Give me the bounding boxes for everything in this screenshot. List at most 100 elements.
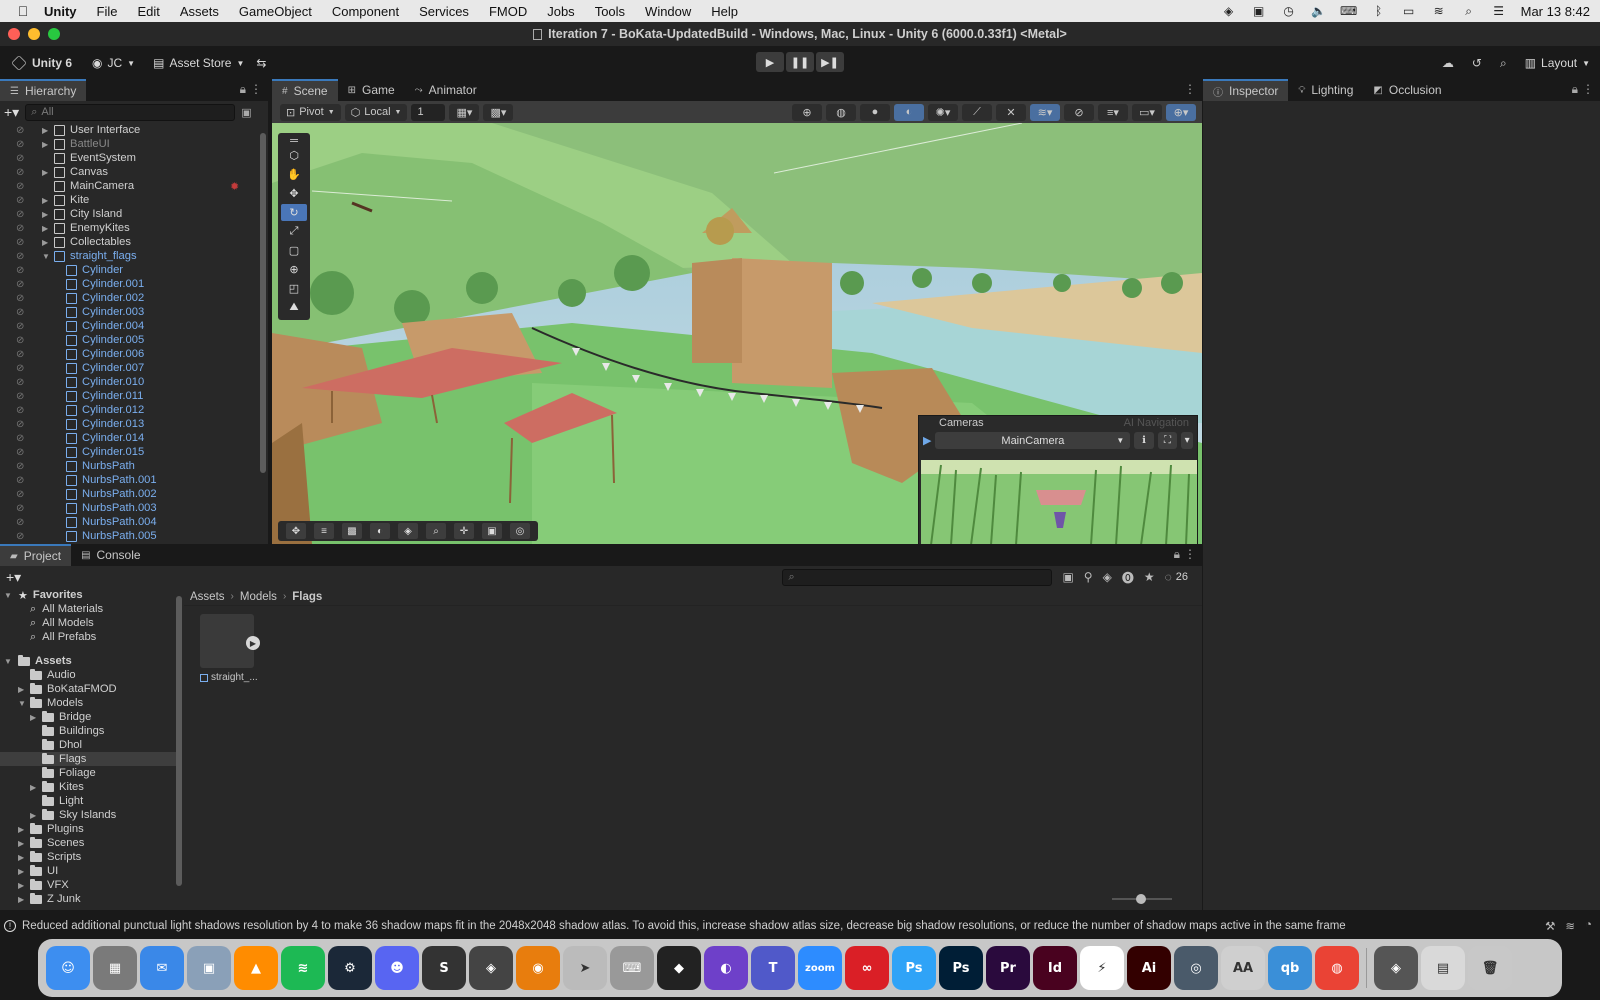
- visibility-toggle-icon[interactable]: ⊘: [16, 447, 26, 458]
- tab-console[interactable]: ▤ Console: [71, 544, 150, 566]
- hierarchy-row[interactable]: ⊘ ▶ EnemyKites: [0, 221, 260, 235]
- zoom-overlay-icon[interactable]: ⌕: [426, 523, 446, 539]
- volume-icon[interactable]: 🔈: [1311, 4, 1327, 18]
- visibility-toggle-icon[interactable]: ⊘: [16, 195, 26, 206]
- camera-overlay-icon[interactable]: ▣: [482, 523, 502, 539]
- menubar-clock[interactable]: Mar 13 8:42: [1521, 4, 1590, 19]
- photoshop-dock-icon[interactable]: Ps: [939, 946, 983, 990]
- settings-overlay-icon[interactable]: ≡: [314, 523, 334, 539]
- zoom-dock-icon[interactable]: zoom: [798, 946, 842, 990]
- rect-tool-icon[interactable]: ▢: [281, 242, 307, 259]
- 2d-toggle[interactable]: ⟋: [962, 103, 992, 121]
- layers-icon[interactable]: ≋: [1565, 919, 1575, 933]
- display-icon[interactable]: ▣: [1251, 4, 1267, 18]
- favorite-star-icon[interactable]: ★: [1144, 570, 1155, 584]
- folder-row[interactable]: ▶ Scripts: [0, 850, 178, 864]
- hierarchy-row[interactable]: ⊘ Cylinder: [0, 263, 260, 277]
- menu-jobs[interactable]: Jobs: [537, 4, 584, 19]
- progress-icon[interactable]: ◔: [1585, 919, 1592, 933]
- project-search-input[interactable]: ⌕: [782, 568, 1053, 586]
- trash-dock-icon[interactable]: 🗑: [1468, 946, 1512, 990]
- visibility-toggle-icon[interactable]: ⊘: [16, 307, 26, 318]
- scene-viewport[interactable]: ═ ⬡ ✋ ✥ ↻ ⤢ ▢ ⊕ ◰ ⛰ ✥ ≡ ▩ ◐ ◈ ⌕ ✛ ▣ ◎ Ca…: [272, 123, 1202, 544]
- chevron-right-icon[interactable]: ▶: [18, 867, 24, 876]
- chevron-right-icon[interactable]: ▶: [18, 853, 24, 862]
- visibility-toggle-icon[interactable]: ⊘: [16, 251, 26, 262]
- chevron-right-icon[interactable]: ▶: [42, 224, 48, 233]
- visibility-toggle-icon[interactable]: ⊘: [16, 475, 26, 486]
- visibility-toggle-icon[interactable]: ⊘: [16, 223, 26, 234]
- move-tool-icon[interactable]: ✥: [281, 185, 307, 202]
- time-machine-icon[interactable]: ◷: [1281, 4, 1297, 18]
- chevron-right-icon[interactable]: ▶: [18, 839, 24, 848]
- thumbnail-size-slider[interactable]: [1112, 894, 1172, 904]
- visibility-toggle-icon[interactable]: ⊘: [16, 293, 26, 304]
- hierarchy-row[interactable]: ⊘ Cylinder.002: [0, 291, 260, 305]
- keyboard-icon[interactable]: ⌨: [1340, 4, 1357, 18]
- grid-snap-dropdown[interactable]: ▦▾: [449, 103, 480, 121]
- chevron-right-icon[interactable]: ▶: [42, 196, 48, 205]
- sublime-dock-icon[interactable]: S: [422, 946, 466, 990]
- hierarchy-row[interactable]: ⊘ NurbsPath: [0, 459, 260, 473]
- hierarchy-row[interactable]: ⊘ ▶ User Interface: [0, 123, 260, 137]
- pan-overlay-icon[interactable]: ✛: [454, 523, 474, 539]
- tab-occlusion[interactable]: ◩ Occlusion: [1363, 79, 1451, 101]
- shaded-toggle[interactable]: ●: [860, 103, 890, 121]
- menu-tools[interactable]: Tools: [585, 4, 635, 19]
- history-icon[interactable]: ↺: [1472, 56, 1482, 70]
- folder-row[interactable]: Buildings: [0, 724, 178, 738]
- visibility-toggle-icon[interactable]: ⊘: [16, 349, 26, 360]
- acrobat-dock-icon[interactable]: ⚡: [1080, 946, 1124, 990]
- visibility-toggle-icon[interactable]: ⊘: [16, 335, 26, 346]
- visibility-toggle-icon[interactable]: ⊘: [16, 279, 26, 290]
- steam-dock-icon[interactable]: ⚙: [328, 946, 372, 990]
- visibility-toggle-icon[interactable]: ⊘: [16, 363, 26, 374]
- visibility-toggle-icon[interactable]: ⊘: [16, 265, 26, 276]
- downloads-dock-icon[interactable]: ▤: [1421, 946, 1465, 990]
- window-minimize-button[interactable]: [28, 28, 40, 40]
- lock-icon[interactable]: 🔒︎: [240, 82, 246, 97]
- control-center-icon[interactable]: ☰: [1491, 4, 1507, 18]
- hidden-objects-toggle[interactable]: ⊘: [1064, 103, 1094, 121]
- orbit-overlay-icon[interactable]: ◎: [510, 523, 530, 539]
- hierarchy-row[interactable]: ⊘ Cylinder.010: [0, 375, 260, 389]
- mail-dock-icon[interactable]: ✉: [140, 946, 184, 990]
- unity-account-button[interactable]: Unity 6: [6, 52, 78, 74]
- chevron-right-icon[interactable]: ▶: [30, 811, 36, 820]
- chevron-right-icon[interactable]: ▶: [30, 783, 36, 792]
- search-by-tag-icon[interactable]: ◈: [1103, 570, 1112, 584]
- visibility-toggle-icon[interactable]: ⊘: [16, 153, 26, 164]
- status-message[interactable]: Reduced additional punctual light shadow…: [22, 920, 1346, 932]
- camera-options-icon[interactable]: ▾: [1181, 432, 1193, 449]
- menu-edit[interactable]: Edit: [127, 4, 169, 19]
- panel-menu-icon[interactable]: ⋮: [1184, 547, 1196, 561]
- spotify-dock-icon[interactable]: ≋: [281, 946, 325, 990]
- hierarchy-row[interactable]: ⊘ Cylinder.005: [0, 333, 260, 347]
- transform-tool-icon[interactable]: ⊕: [281, 261, 307, 278]
- tab-game[interactable]: ⊞ Game: [338, 79, 405, 101]
- asset-item[interactable]: ▶ straight_...: [200, 614, 260, 683]
- asset-store-dropdown[interactable]: ▤ Asset Store ▼: [147, 52, 250, 74]
- hierarchy-row[interactable]: ⊘ Cylinder.011: [0, 389, 260, 403]
- chevron-right-icon[interactable]: ▶: [42, 168, 48, 177]
- grid-size-field[interactable]: 1: [411, 103, 446, 121]
- spotlight-search-icon[interactable]: ⌕: [1461, 4, 1477, 18]
- scene-search-icon[interactable]: ▣: [241, 106, 251, 119]
- folder-row[interactable]: ▶ Kites: [0, 780, 178, 794]
- chevron-right-icon[interactable]: ▶: [42, 238, 48, 247]
- hierarchy-row[interactable]: ⊘ Cylinder.003: [0, 305, 260, 319]
- apple-icon[interactable]: : [12, 0, 34, 22]
- camera-settings-dropdown[interactable]: ▭▾: [1132, 103, 1162, 121]
- camera-frame-icon[interactable]: ⛶: [1157, 432, 1178, 449]
- chevron-right-icon[interactable]: ▶: [18, 895, 24, 904]
- visibility-toggle-icon[interactable]: ⊘: [16, 237, 26, 248]
- chevron-right-icon[interactable]: ▶: [18, 825, 24, 834]
- search-icon[interactable]: ⌕: [1500, 56, 1507, 71]
- hierarchy-row[interactable]: ⊘ NurbsPath.004: [0, 515, 260, 529]
- hierarchy-row[interactable]: ⊘ Cylinder.006: [0, 347, 260, 361]
- menu-gameobject[interactable]: GameObject: [229, 4, 322, 19]
- cloud-icon[interactable]: ☁: [1442, 56, 1454, 70]
- chevron-right-icon[interactable]: ▶: [42, 126, 48, 135]
- chevron-right-icon[interactable]: ▶: [42, 210, 48, 219]
- visibility-toggle-icon[interactable]: ⊘: [16, 517, 26, 528]
